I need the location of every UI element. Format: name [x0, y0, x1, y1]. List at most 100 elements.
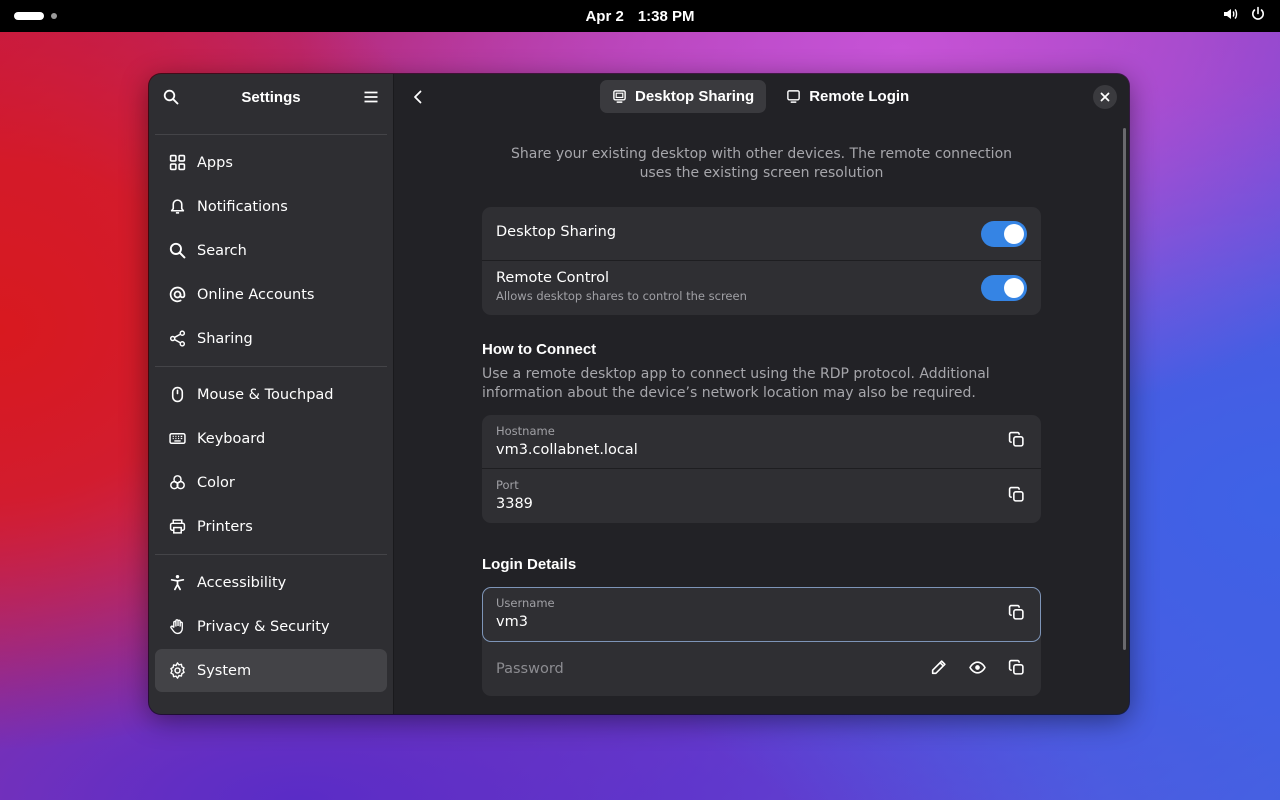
sidebar-item-label: Online Accounts — [197, 286, 315, 303]
tab-desktop-sharing[interactable]: Desktop Sharing — [600, 80, 767, 113]
sidebar-item-color[interactable]: Color — [155, 461, 387, 504]
hand-icon — [168, 618, 186, 636]
top-bar: Apr 2 1:38 PM — [0, 0, 1280, 32]
apps-grid-icon — [168, 154, 186, 172]
copy-port-button[interactable] — [1008, 486, 1025, 507]
main-header: Desktop Sharing Remote Login — [394, 74, 1129, 120]
workspace-active-indicator[interactable] — [14, 12, 44, 20]
sidebar-item-label: Accessibility — [197, 574, 287, 591]
sidebar-item-keyboard[interactable]: Keyboard — [155, 417, 387, 460]
search-button[interactable] — [157, 83, 185, 111]
desktop-sharing-row[interactable]: Desktop Sharing — [482, 207, 1041, 261]
remote-control-subtitle: Allows desktop shares to control the scr… — [496, 289, 747, 303]
port-label: Port — [496, 478, 519, 492]
sidebar-item-label: Apps — [197, 154, 233, 171]
clock-time: 1:38 PM — [637, 7, 695, 25]
login-details-title: Login Details — [482, 556, 577, 573]
how-to-connect-description: Use a remote desktop app to connect usin… — [482, 366, 990, 401]
hostname-value: vm3.collabnet.local — [496, 442, 638, 458]
hamburger-icon — [364, 91, 378, 103]
copy-username-button[interactable] — [1008, 604, 1025, 625]
intro-text: Share your existing desktop with other d… — [510, 146, 1013, 181]
copy-icon — [1008, 486, 1024, 502]
activities-indicator[interactable] — [14, 10, 57, 22]
remote-control-switch[interactable] — [981, 275, 1027, 301]
hostname-label: Hostname — [496, 424, 555, 438]
sidebar-item-sharing[interactable]: Sharing — [155, 317, 387, 360]
tab-bar: Desktop Sharing Remote Login — [600, 80, 921, 113]
password-placeholder: Password — [496, 661, 564, 677]
remote-control-row[interactable]: Remote Control Allows desktop shares to … — [482, 261, 1041, 315]
sidebar-group: Mouse & Touchpad Keyboard Color Printers — [149, 367, 393, 554]
desktop-sharing-icon — [613, 90, 626, 103]
back-button[interactable] — [404, 83, 432, 111]
sidebar-header: Settings — [149, 74, 393, 120]
connection-card: Hostname vm3.collabnet.local Port 3389 — [482, 415, 1041, 523]
username-label: Username — [496, 596, 555, 610]
share-icon — [168, 330, 186, 348]
hostname-row: Hostname vm3.collabnet.local — [482, 415, 1041, 469]
chevron-left-icon — [414, 90, 422, 104]
sidebar-item-label: System — [197, 662, 252, 679]
mouse-icon — [168, 386, 186, 404]
close-icon — [1100, 92, 1110, 102]
port-row: Port 3389 — [482, 469, 1041, 523]
sidebar-item-label: Keyboard — [197, 430, 266, 447]
copy-hostname-button[interactable] — [1008, 431, 1025, 452]
sidebar-item-online-accounts[interactable]: Online Accounts — [155, 273, 387, 316]
show-password-button[interactable] — [969, 659, 986, 680]
password-field[interactable]: Password — [482, 642, 1041, 696]
sidebar-item-label: Printers — [197, 518, 253, 535]
power-icon[interactable] — [1250, 6, 1266, 26]
sidebar-item-notifications[interactable]: Notifications — [155, 185, 387, 228]
port-value: 3389 — [496, 496, 533, 512]
sidebar-title: Settings — [241, 88, 301, 106]
main-menu-button[interactable] — [357, 83, 385, 111]
system-tray[interactable] — [1222, 0, 1266, 32]
sidebar-item-label: Privacy & Security — [197, 618, 330, 635]
sidebar-item-label: Notifications — [197, 198, 288, 215]
settings-window: Settings Apps Notifications Search Onlin… — [149, 74, 1129, 714]
username-value[interactable]: vm3 — [496, 614, 1027, 630]
sidebar-item-printers[interactable]: Printers — [155, 505, 387, 548]
desktop-sharing-title: Desktop Sharing — [496, 224, 617, 240]
sidebar-item-search[interactable]: Search — [155, 229, 387, 272]
scrollbar[interactable] — [1123, 128, 1126, 650]
sidebar-item-system[interactable]: System — [155, 649, 387, 692]
switch-knob — [1004, 224, 1024, 244]
sidebar-item-label: Color — [197, 474, 235, 491]
eye-icon — [969, 660, 986, 674]
username-field[interactable]: Username vm3 — [482, 587, 1041, 642]
printer-icon — [168, 518, 186, 536]
sidebar: Settings Apps Notifications Search Onlin… — [149, 74, 394, 714]
switch-knob — [1004, 278, 1024, 298]
copy-icon — [1008, 659, 1024, 675]
clock-date: Apr 2 — [585, 7, 624, 25]
clock[interactable]: Apr 2 1:38 PM — [0, 0, 1280, 32]
tab-remote-login[interactable]: Remote Login — [774, 80, 921, 113]
login-details-section: Login Details Username vm3 Password — [482, 556, 1041, 696]
desktop-sharing-switch[interactable] — [981, 221, 1027, 247]
sharing-toggles-card: Desktop Sharing Remote Control Allows de… — [482, 207, 1041, 315]
gear-icon — [168, 662, 186, 680]
sidebar-item-label: Sharing — [197, 330, 253, 347]
how-to-connect-title: How to Connect — [482, 341, 597, 358]
pencil-icon — [931, 659, 946, 674]
close-button[interactable] — [1093, 85, 1117, 109]
sidebar-item-privacy-security[interactable]: Privacy & Security — [155, 605, 387, 648]
copy-password-button[interactable] — [1008, 659, 1025, 680]
remote-control-title: Remote Control — [496, 270, 609, 286]
workspace-indicator[interactable] — [51, 13, 57, 19]
sidebar-group: Apps Notifications Search Online Account… — [149, 135, 393, 366]
sidebar-item-accessibility[interactable]: Accessibility — [155, 561, 387, 604]
edit-password-button[interactable] — [930, 659, 947, 680]
main-panel: Desktop Sharing Remote Login Share your … — [394, 74, 1129, 714]
sidebar-group: Accessibility Privacy & Security System — [149, 555, 393, 698]
volume-icon[interactable] — [1222, 6, 1238, 26]
color-icon — [168, 474, 186, 492]
sidebar-item-mouse-touchpad[interactable]: Mouse & Touchpad — [155, 373, 387, 416]
sidebar-item-label: Mouse & Touchpad — [197, 386, 334, 403]
sidebar-item-apps[interactable]: Apps — [155, 141, 387, 184]
monitor-icon — [787, 90, 801, 103]
copy-icon — [1008, 431, 1024, 447]
